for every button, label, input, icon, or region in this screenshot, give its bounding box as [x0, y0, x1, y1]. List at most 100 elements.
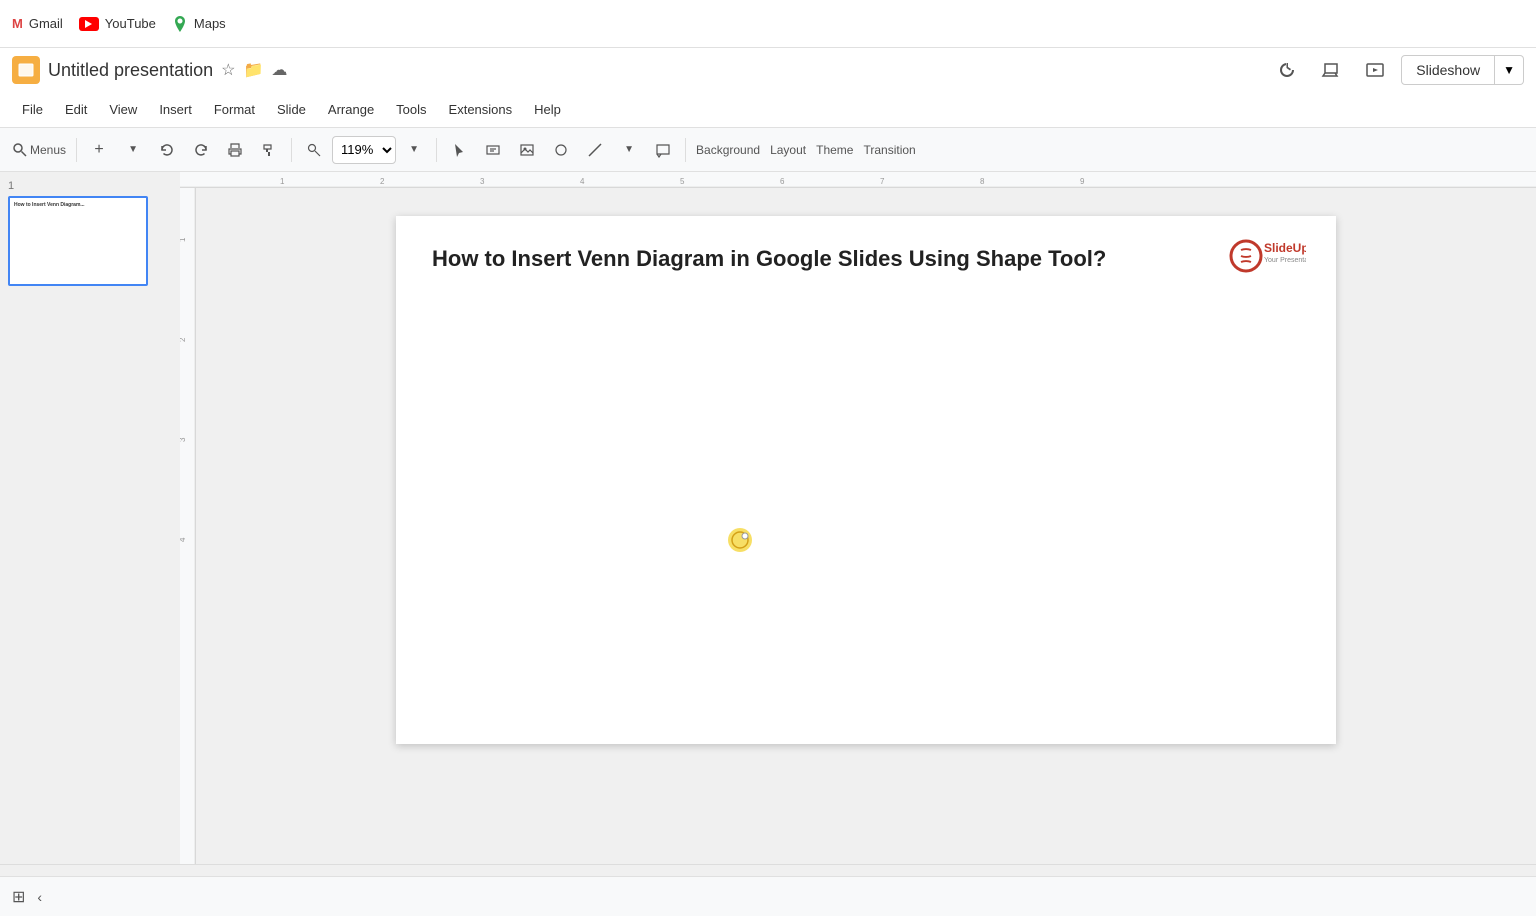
cloud-icon[interactable]: ☁: [271, 60, 287, 80]
slideshow-dropdown-button[interactable]: ▼: [1495, 55, 1524, 85]
youtube-label: YouTube: [105, 16, 156, 31]
menu-help[interactable]: Help: [524, 98, 571, 121]
slide-thumbnail-1[interactable]: How to Insert Venn Diagram...: [8, 196, 148, 286]
vertical-ruler: 1 2 3 4: [180, 188, 196, 864]
toolbar-divider-4: [685, 138, 686, 162]
toolbar: Menus + ▼ 119% 100% 75% 50% ▼: [0, 128, 1536, 172]
svg-text:2: 2: [380, 177, 385, 186]
undo-button[interactable]: [151, 134, 183, 166]
svg-text:1: 1: [280, 177, 285, 186]
menu-extensions[interactable]: Extensions: [439, 98, 523, 121]
comments-button[interactable]: [1313, 52, 1349, 88]
header-actions: Slideshow ▼: [1269, 52, 1524, 88]
menu-arrange[interactable]: Arrange: [318, 98, 384, 121]
bottom-bar: ⊞ ‹: [0, 876, 1536, 916]
add-slide-button[interactable]: +: [83, 134, 115, 166]
background-button[interactable]: Background: [692, 134, 764, 166]
menu-file[interactable]: File: [12, 98, 53, 121]
zoom-button[interactable]: [298, 134, 330, 166]
folder-icon[interactable]: 📁: [243, 60, 263, 80]
slides-logo-icon: [12, 56, 40, 84]
layout-label: Layout: [770, 143, 806, 157]
toolbar-add-group: + ▼: [83, 134, 149, 166]
slide-title: How to Insert Venn Diagram in Google Sli…: [432, 246, 1136, 272]
toolbar-divider-2: [291, 138, 292, 162]
svg-text:8: 8: [980, 177, 985, 186]
paint-format-button[interactable]: [253, 134, 285, 166]
present-options-button[interactable]: [1357, 52, 1393, 88]
slideuplift-icon: SlideUpLift Your Presentation Partner: [1226, 236, 1306, 276]
horizontal-ruler: 1 2 3 4 5 6 7 8 9: [180, 172, 1536, 188]
version-history-button[interactable]: [1269, 52, 1305, 88]
svg-text:1: 1: [180, 237, 187, 242]
youtube-link[interactable]: YouTube: [79, 16, 156, 31]
add-slide-dropdown[interactable]: ▼: [117, 134, 149, 166]
text-box-button[interactable]: [477, 134, 509, 166]
maps-link[interactable]: Maps: [172, 16, 226, 32]
title-bar: Untitled presentation ☆ 📁 ☁ Slideshow ▼: [0, 48, 1536, 92]
maps-icon: [172, 16, 188, 32]
slide-container: How to Insert Venn Diagram in Google Sli…: [396, 216, 1336, 744]
svg-text:5: 5: [680, 177, 685, 186]
theme-label: Theme: [816, 143, 853, 157]
transition-label: Transition: [863, 143, 915, 157]
gmail-label: Gmail: [29, 16, 63, 31]
slide-canvas[interactable]: How to Insert Venn Diagram in Google Sli…: [196, 188, 1536, 864]
shape-button[interactable]: [545, 134, 577, 166]
toolbar-divider-3: [436, 138, 437, 162]
svg-text:9: 9: [1080, 177, 1085, 186]
menu-edit[interactable]: Edit: [55, 98, 97, 121]
search-menus-button[interactable]: Menus: [8, 134, 70, 166]
browser-topbar: M Gmail YouTube Maps: [0, 0, 1536, 48]
svg-text:Your Presentation Partner: Your Presentation Partner: [1264, 257, 1306, 264]
theme-button[interactable]: Theme: [812, 134, 857, 166]
slideshow-button[interactable]: Slideshow: [1401, 55, 1495, 85]
maps-label: Maps: [194, 16, 226, 31]
svg-text:3: 3: [180, 437, 187, 442]
svg-text:6: 6: [780, 177, 785, 186]
redo-button[interactable]: [185, 134, 217, 166]
layout-button[interactable]: Layout: [766, 134, 810, 166]
comment-button[interactable]: [647, 134, 679, 166]
menu-tools[interactable]: Tools: [386, 98, 436, 121]
title-action-icons: ☆ 📁 ☁: [221, 60, 287, 80]
main-area: 1 How to Insert Venn Diagram... 1 2 3 4 …: [0, 172, 1536, 864]
image-button[interactable]: [511, 134, 543, 166]
slideshow-button-group: Slideshow ▼: [1401, 55, 1524, 85]
print-button[interactable]: [219, 134, 251, 166]
gmail-icon: M: [12, 16, 23, 31]
zoom-selector[interactable]: 119% 100% 75% 50%: [332, 136, 396, 164]
slide-panel: 1 How to Insert Venn Diagram...: [0, 172, 180, 864]
zoom-dropdown[interactable]: ▼: [398, 134, 430, 166]
grid-view-button[interactable]: ⊞: [12, 887, 25, 907]
menu-insert[interactable]: Insert: [149, 98, 202, 121]
menu-slide[interactable]: Slide: [267, 98, 316, 121]
line-dropdown[interactable]: ▼: [613, 134, 645, 166]
slideuplift-logo: SlideUpLift Your Presentation Partner: [1226, 236, 1306, 276]
menu-bar: File Edit View Insert Format Slide Arran…: [0, 92, 1536, 128]
horizontal-scrollbar[interactable]: [0, 864, 1536, 876]
youtube-icon: [79, 17, 99, 31]
svg-text:3: 3: [480, 177, 485, 186]
svg-text:7: 7: [880, 177, 885, 186]
svg-text:4: 4: [580, 177, 585, 186]
menu-format[interactable]: Format: [204, 98, 265, 121]
star-icon[interactable]: ☆: [221, 60, 235, 80]
canvas-row: 1 2 3 4 How to Insert Venn Diagram in Go…: [180, 188, 1536, 864]
svg-text:4: 4: [180, 537, 187, 542]
presentation-title[interactable]: Untitled presentation: [48, 60, 213, 81]
svg-text:SlideUpLift: SlideUpLift: [1264, 241, 1306, 255]
collapse-panel-button[interactable]: ‹: [37, 889, 42, 905]
line-tool-button[interactable]: [579, 134, 611, 166]
transition-button[interactable]: Transition: [859, 134, 919, 166]
slide-thumb-title: How to Insert Venn Diagram...: [10, 198, 89, 212]
background-label: Background: [696, 143, 760, 157]
gmail-link[interactable]: M Gmail: [12, 16, 63, 31]
toolbar-divider-1: [76, 138, 77, 162]
select-tool-button[interactable]: [443, 134, 475, 166]
menus-label: Menus: [30, 143, 66, 157]
toolbar-search-group: Menus: [8, 134, 70, 166]
cursor-indicator: [726, 526, 750, 550]
slide-number-label: 1: [8, 180, 172, 192]
menu-view[interactable]: View: [99, 98, 147, 121]
